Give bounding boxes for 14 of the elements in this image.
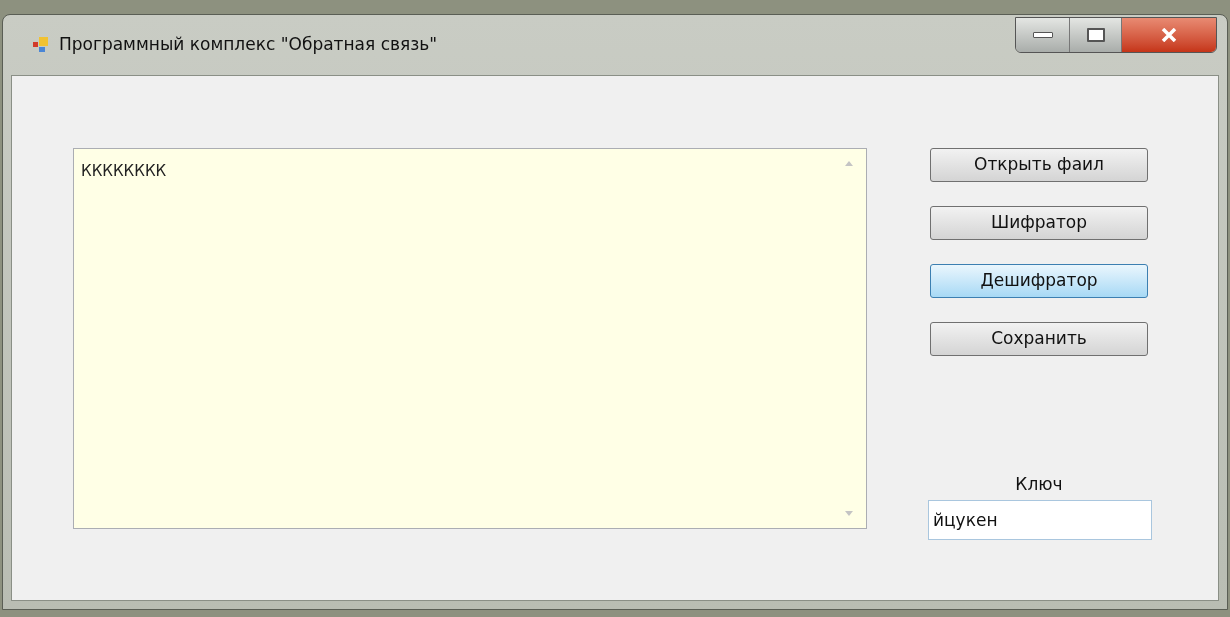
close-button[interactable] <box>1122 18 1216 52</box>
action-button[interactable]: Открыть фаил <box>930 148 1148 182</box>
app-icon <box>33 37 49 53</box>
maximize-button[interactable] <box>1070 18 1122 52</box>
text-content: КККККККК <box>81 162 167 180</box>
window-title: Программный комплекс "Обратная связь" <box>59 33 438 57</box>
action-button[interactable]: Дешифратор <box>930 264 1148 298</box>
action-button[interactable]: Шифратор <box>930 206 1148 240</box>
action-button[interactable]: Сохранить <box>930 322 1148 356</box>
text-area[interactable]: КККККККК <box>73 148 867 529</box>
key-label: Ключ <box>1015 474 1063 494</box>
minimize-button[interactable] <box>1016 18 1070 52</box>
key-input-field[interactable]: йцукен <box>928 500 1152 540</box>
close-icon <box>1161 28 1177 42</box>
